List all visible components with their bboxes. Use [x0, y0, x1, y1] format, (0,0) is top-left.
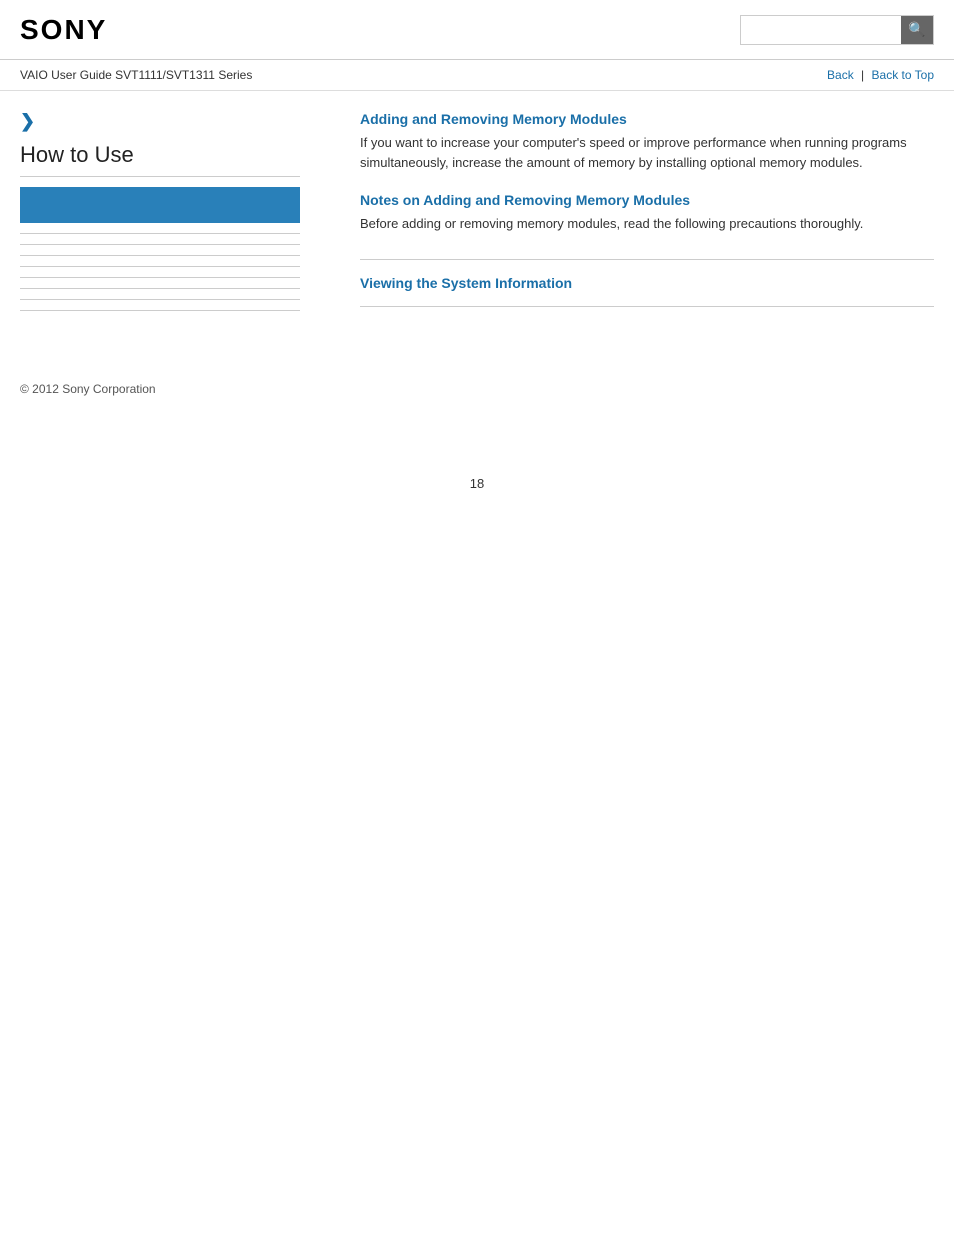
sub-header: VAIO User Guide SVT1111/SVT1311 Series B…	[0, 60, 954, 91]
main-container: ❯ How to Use Adding and Removing Memory …	[0, 91, 954, 342]
back-to-top-label: Back to Top	[872, 68, 934, 82]
page-header: SONY 🔍	[0, 0, 954, 60]
sidebar-divider-4	[20, 266, 300, 267]
separator: |	[861, 68, 864, 82]
search-box: 🔍	[740, 15, 934, 45]
text-adding-removing: If you want to increase your computer's …	[360, 133, 934, 172]
nav-links: Back | Back to Top	[827, 68, 934, 82]
link-adding-removing[interactable]: Adding and Removing Memory Modules	[360, 111, 627, 127]
content-area: Adding and Removing Memory Modules If yo…	[320, 111, 934, 322]
sony-logo: SONY	[20, 14, 107, 46]
back-to-top-link[interactable]: Back to Top	[872, 68, 934, 82]
sidebar: ❯ How to Use	[20, 111, 320, 322]
search-button[interactable]: 🔍	[901, 16, 933, 44]
link-viewing-system[interactable]: Viewing the System Information	[360, 275, 572, 291]
section-viewing-system: Viewing the System Information	[360, 275, 934, 307]
chevron-icon[interactable]: ❯	[20, 111, 300, 132]
search-icon: 🔍	[908, 21, 925, 38]
back-link[interactable]: Back	[827, 68, 854, 82]
search-input[interactable]	[741, 16, 901, 44]
sidebar-divider-5	[20, 277, 300, 278]
section-notes-adding: Notes on Adding and Removing Memory Modu…	[360, 192, 934, 260]
sidebar-divider-7	[20, 299, 300, 300]
guide-title: VAIO User Guide SVT1111/SVT1311 Series	[20, 68, 252, 82]
sidebar-divider-1	[20, 233, 300, 234]
section-adding-removing: Adding and Removing Memory Modules If yo…	[360, 111, 934, 172]
footer: © 2012 Sony Corporation	[0, 362, 954, 416]
sidebar-divider-2	[20, 244, 300, 245]
sidebar-divider-3	[20, 255, 300, 256]
page-number: 18	[0, 456, 954, 511]
sidebar-divider-6	[20, 288, 300, 289]
sidebar-divider-8	[20, 310, 300, 311]
sidebar-title: How to Use	[20, 142, 300, 177]
link-notes-adding[interactable]: Notes on Adding and Removing Memory Modu…	[360, 192, 690, 208]
sidebar-active-item[interactable]	[20, 187, 300, 223]
copyright-text: © 2012 Sony Corporation	[20, 382, 156, 396]
text-notes-adding: Before adding or removing memory modules…	[360, 214, 934, 234]
